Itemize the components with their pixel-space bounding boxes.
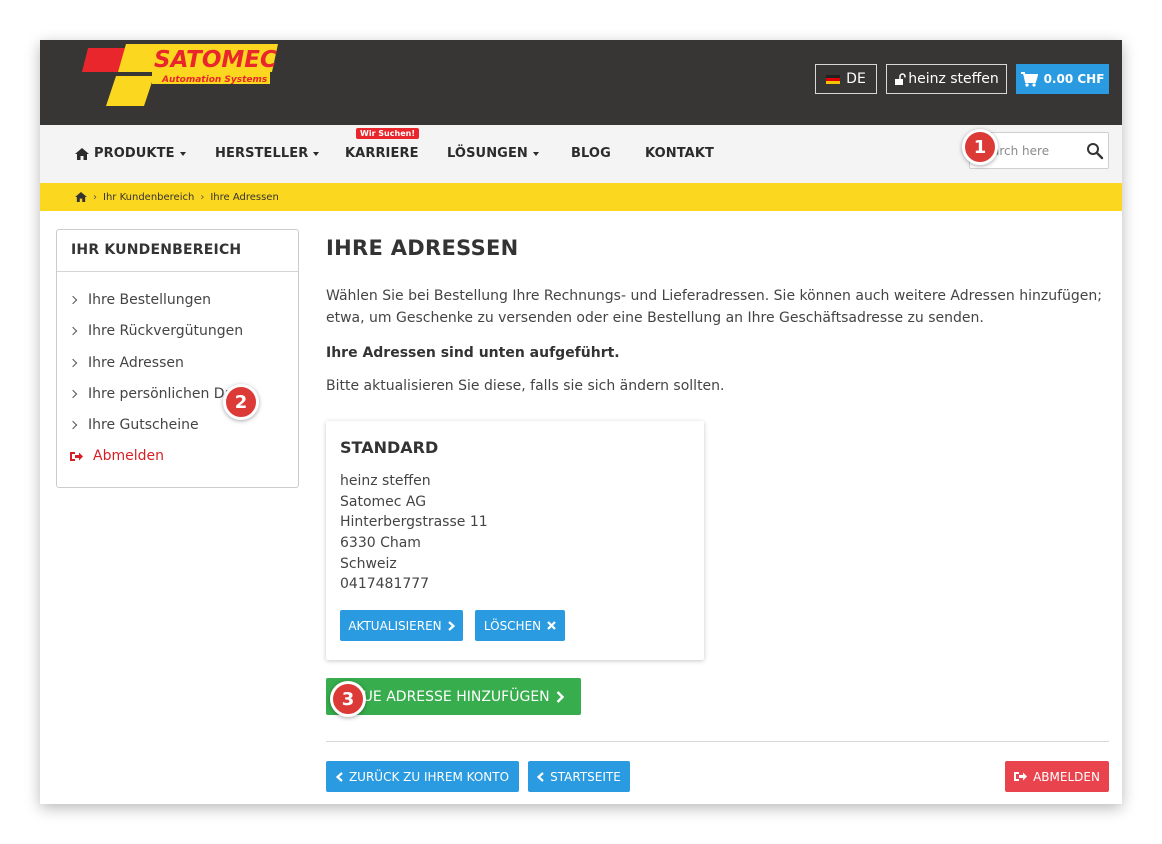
sidebar-item-rueckverguetungen[interactable]: Ihre Rückvergütungen	[68, 323, 244, 339]
address-line-street: Hinterbergstrasse 11	[340, 514, 488, 530]
address-line-country: Schweiz	[340, 556, 397, 572]
cart-button[interactable]: 0.00 CHF	[1016, 64, 1109, 94]
chevron-right-icon	[68, 420, 78, 430]
address-line-phone: 0417481777	[340, 576, 430, 592]
add-address-label: NEUE ADRESSE HINZUFÜGEN	[343, 688, 550, 705]
address-line-city: 6330 Cham	[340, 535, 421, 551]
back-to-account-button[interactable]: ZURÜCK ZU IHREM KONTO	[326, 761, 519, 792]
sign-out-icon	[70, 451, 83, 461]
sidebar-item-label: Ihre Rückvergütungen	[88, 323, 244, 339]
top-header: SATOMEC Automation Systems DE heinz stef…	[40, 40, 1122, 125]
hiring-badge: Wir Suchen!	[356, 128, 419, 139]
page-title: IHRE ADRESSEN	[326, 236, 519, 260]
chevron-right-icon	[68, 389, 78, 399]
sidebar-item-label: Ihre Adressen	[88, 355, 184, 371]
sidebar-item-gutscheine[interactable]: Ihre Gutscheine	[68, 417, 199, 433]
divider	[326, 741, 1109, 742]
german-flag-icon	[826, 74, 841, 84]
update-address-button[interactable]: AKTUALISIEREN	[340, 610, 463, 641]
delete-address-button[interactable]: LÖSCHEN	[475, 610, 565, 641]
chevron-left-icon	[537, 771, 544, 782]
search-icon[interactable]	[1086, 142, 1104, 160]
unlock-icon	[895, 73, 906, 85]
chevron-right-icon	[447, 620, 455, 631]
logout-label: ABMELDEN	[1033, 769, 1100, 784]
nav-blog-label: BLOG	[571, 146, 611, 161]
annotation-marker-1: 1	[962, 129, 998, 165]
breadcrumb-separator-icon: ›	[93, 191, 97, 203]
logout-button[interactable]: ABMELDEN	[1005, 761, 1109, 792]
caret-down-icon	[179, 151, 186, 156]
update-note: Bitte aktualisieren Sie diese, falls sie…	[326, 378, 725, 394]
home-button[interactable]: STARTSEITE	[528, 761, 630, 792]
sidebar-title: IHR KUNDENBEREICH	[57, 230, 298, 272]
address-line-company: Satomec AG	[340, 494, 427, 510]
cart-total: 0.00 CHF	[1043, 72, 1105, 86]
caret-down-icon	[532, 151, 539, 156]
home-icon[interactable]	[75, 192, 87, 202]
sidebar-item-bestellungen[interactable]: Ihre Bestellungen	[68, 292, 212, 308]
nav-kontakt[interactable]: KONTAKT	[645, 146, 714, 161]
breadcrumb-kundenbereich[interactable]: Ihr Kundenbereich	[103, 192, 194, 203]
nav-karriere-label: KARRIERE	[345, 146, 419, 161]
satomec-logo[interactable]: SATOMEC Automation Systems	[82, 42, 278, 108]
logo-subtitle: Automation Systems	[161, 75, 268, 85]
sidebar-logout-label: Abmelden	[93, 448, 164, 464]
nav-hersteller-label: HERSTELLER	[215, 146, 309, 161]
breadcrumb-separator-icon: ›	[200, 191, 205, 203]
nav-loesungen[interactable]: LÖSUNGEN	[447, 146, 539, 161]
logo-wordmark: SATOMEC	[154, 47, 277, 73]
sidebar-item-adressen[interactable]: Ihre Adressen	[68, 355, 184, 371]
language-switcher[interactable]: DE	[815, 64, 877, 94]
home-icon	[75, 147, 89, 160]
breadcrumb-adressen: Ihre Adressen	[210, 191, 279, 203]
sidebar-item-label: Ihre Gutscheine	[88, 417, 199, 433]
sidebar-item-label: Ihre Bestellungen	[88, 292, 212, 308]
language-label: DE	[846, 71, 866, 87]
chevron-left-icon	[335, 771, 343, 782]
close-icon	[547, 621, 556, 630]
chevron-right-icon	[68, 295, 78, 305]
sidebar-logout[interactable]: Abmelden	[70, 448, 164, 464]
nav-blog[interactable]: BLOG	[571, 146, 611, 161]
account-sidebar: IHR KUNDENBEREICH Ihre Bestellungen Ihre…	[56, 229, 299, 488]
delete-address-label: LÖSCHEN	[483, 618, 542, 633]
back-to-account-label: ZURÜCK ZU IHREM KONTO	[348, 769, 510, 784]
cart-icon	[1020, 71, 1038, 87]
chevron-right-icon	[68, 358, 78, 368]
user-account-button[interactable]: heinz steffen	[886, 64, 1007, 94]
breadcrumb: › Ihr Kundenbereich › Ihre Adressen	[40, 183, 1122, 211]
nav-produkte[interactable]: PRODUKTE	[75, 146, 186, 161]
update-address-label: AKTUALISIEREN	[348, 618, 442, 633]
address-line-name: heinz steffen	[340, 473, 431, 489]
sign-out-icon	[1014, 772, 1028, 781]
chevron-right-icon	[556, 690, 564, 703]
annotation-marker-3: 3	[330, 681, 366, 717]
caret-down-icon	[313, 151, 320, 156]
nav-kontakt-label: KONTAKT	[645, 146, 714, 161]
user-name-label: heinz steffen	[908, 71, 999, 87]
address-card: STANDARD heinz steffen Satomec AG Hinter…	[326, 421, 704, 660]
intro-text: Wählen Sie bei Bestellung Ihre Rechnungs…	[326, 288, 1102, 326]
chevron-right-icon	[68, 326, 78, 336]
nav-karriere[interactable]: KARRIERE	[345, 146, 419, 161]
annotation-marker-2: 2	[223, 384, 259, 420]
browser-frame: SATOMEC Automation Systems DE heinz stef…	[40, 40, 1122, 804]
addresses-listed-note: Ihre Adressen sind unten aufgeführt.	[326, 345, 620, 361]
nav-produkte-label: PRODUKTE	[94, 146, 175, 161]
address-card-title: STANDARD	[340, 438, 439, 457]
nav-loesungen-label: LÖSUNGEN	[447, 146, 528, 161]
nav-hersteller[interactable]: HERSTELLER	[215, 146, 320, 161]
home-label: STARTSEITE	[550, 769, 621, 784]
main-navigation: PRODUKTE HERSTELLER Wir Suchen! KARRIERE…	[40, 125, 1122, 183]
